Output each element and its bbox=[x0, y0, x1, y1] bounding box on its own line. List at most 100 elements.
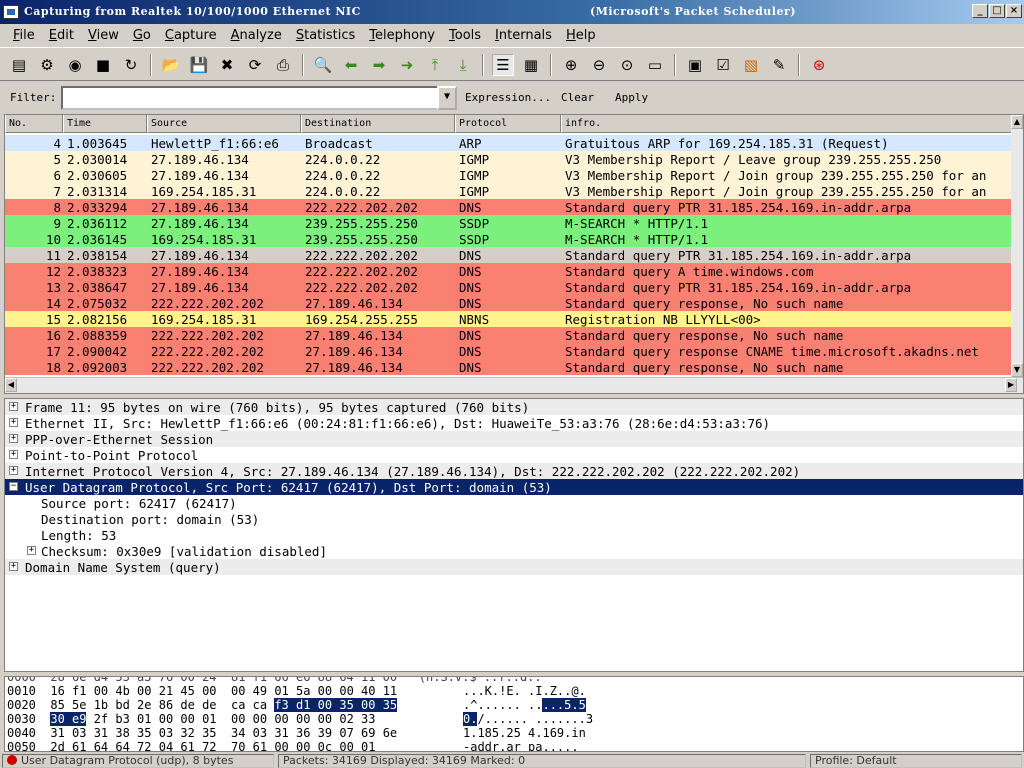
colorize-icon[interactable]: ☰ bbox=[492, 54, 514, 76]
column-header[interactable]: Destination bbox=[301, 115, 455, 133]
column-header[interactable]: Time bbox=[63, 115, 147, 133]
column-header[interactable]: Source bbox=[147, 115, 301, 133]
clear-button[interactable]: Clear bbox=[561, 91, 594, 104]
go-back-icon[interactable]: ⬅ bbox=[340, 54, 362, 76]
find-packet-icon[interactable]: 🔍 bbox=[312, 54, 334, 76]
open-file-icon[interactable]: 📂 bbox=[160, 54, 182, 76]
capture-filters-icon[interactable]: ▣ bbox=[684, 54, 706, 76]
close-file-icon[interactable]: ✖ bbox=[216, 54, 238, 76]
resize-columns-icon[interactable]: ▭ bbox=[644, 54, 666, 76]
menu-internals[interactable]: Internals bbox=[488, 28, 559, 43]
packet-row[interactable]: 14 2.075032 222.222.202.202 27.189.46.134 DN… bbox=[5, 295, 1015, 311]
column-header[interactable]: Protocol bbox=[455, 115, 561, 133]
go-to-packet-icon[interactable]: ➜ bbox=[396, 54, 418, 76]
packet-row[interactable]: 17 2.090042 222.222.202.202 27.189.46.134 DN… bbox=[5, 343, 1015, 359]
start-capture-icon[interactable]: ◉ bbox=[64, 54, 86, 76]
zoom-in-icon[interactable]: ⊕ bbox=[560, 54, 582, 76]
expand-icon[interactable]: + bbox=[9, 418, 18, 427]
detail-row[interactable]: + Checksum: 0x30e9 [validation disabled] bbox=[5, 543, 1023, 559]
packet-row[interactable]: 13 2.038647 27.189.46.134 222.222.202.202 DN… bbox=[5, 279, 1015, 295]
save-file-icon[interactable]: 💾 bbox=[188, 54, 210, 76]
detail-row[interactable]: + Frame 11: 95 bytes on wire (760 bits), … bbox=[5, 399, 1023, 415]
menu-statistics[interactable]: Statistics bbox=[289, 28, 362, 43]
column-header[interactable]: No. bbox=[5, 115, 63, 133]
detail-row[interactable]: + Domain Name System (query) bbox=[5, 559, 1023, 575]
expression-button[interactable]: Expression... bbox=[465, 91, 551, 104]
status-profile[interactable]: Profile: Default bbox=[810, 754, 1022, 768]
auto-scroll-icon[interactable]: ▦ bbox=[520, 54, 542, 76]
packet-list-vscroll[interactable]: ▲ ▼ bbox=[1011, 115, 1023, 377]
expand-icon[interactable]: + bbox=[9, 434, 18, 443]
menu-go[interactable]: Go bbox=[126, 28, 158, 43]
go-forward-icon[interactable]: ➡ bbox=[368, 54, 390, 76]
packet-row[interactable]: 16 2.088359 222.222.202.202 27.189.46.134 DN… bbox=[5, 327, 1015, 343]
hex-row[interactable]: 0030 30 e9 2f b3 01 00 00 01 00 00 00 00… bbox=[7, 712, 593, 726]
maximize-button[interactable]: □ bbox=[989, 4, 1005, 18]
scroll-right-icon[interactable]: ▶ bbox=[1005, 378, 1017, 392]
expand-icon[interactable]: + bbox=[9, 466, 18, 475]
packet-row[interactable]: 5 2.030014 27.189.46.134 224.0.0.22 IGMP V3 M… bbox=[5, 151, 1015, 167]
coloring-rules-icon[interactable]: ▧ bbox=[740, 54, 762, 76]
expand-icon[interactable]: + bbox=[9, 402, 18, 411]
hex-row[interactable]: 0020 85 5e 1b bd 2e 86 de de ca ca f3 d1… bbox=[7, 698, 586, 712]
menu-capture[interactable]: Capture bbox=[158, 28, 224, 43]
detail-row[interactable]: + Ethernet II, Src: HewlettP_f1:66:e6 (00… bbox=[5, 415, 1023, 431]
detail-row[interactable]: + Point-to-Point Protocol bbox=[5, 447, 1023, 463]
expand-icon[interactable]: + bbox=[9, 562, 18, 571]
zoom-out-icon[interactable]: ⊖ bbox=[588, 54, 610, 76]
preferences-icon[interactable]: ✎ bbox=[768, 54, 790, 76]
detail-row[interactable]: + PPP-over-Ethernet Session bbox=[5, 431, 1023, 447]
help-icon[interactable]: ⊛ bbox=[808, 54, 830, 76]
expand-icon[interactable]: + bbox=[27, 546, 36, 555]
scroll-left-icon[interactable]: ◀ bbox=[5, 378, 17, 392]
scroll-up-icon[interactable]: ▲ bbox=[1011, 115, 1023, 129]
filter-input[interactable] bbox=[61, 86, 439, 110]
collapse-icon[interactable]: − bbox=[9, 482, 18, 491]
display-filters-icon[interactable]: ☑ bbox=[712, 54, 734, 76]
detail-row[interactable]: Source port: 62417 (62417) bbox=[5, 495, 1023, 511]
apply-button[interactable]: Apply bbox=[615, 91, 648, 104]
packet-row[interactable]: 9 2.036112 27.189.46.134 239.255.255.250 SSD… bbox=[5, 215, 1015, 231]
packet-row[interactable]: 10 2.036145 169.254.185.31 239.255.255.250 S… bbox=[5, 231, 1015, 247]
expand-icon[interactable]: + bbox=[9, 450, 18, 459]
packet-row[interactable]: 4 1.003645 HewlettP_f1:66:e6 Broadcast ARP Gr… bbox=[5, 135, 1015, 151]
last-packet-icon[interactable]: ⤓ bbox=[452, 54, 474, 76]
packet-row[interactable]: 11 2.038154 27.189.46.134 222.222.202.202 DN… bbox=[5, 247, 1015, 263]
menu-tools[interactable]: Tools bbox=[442, 28, 488, 43]
first-packet-icon[interactable]: ⤒ bbox=[424, 54, 446, 76]
close-button[interactable]: × bbox=[1006, 4, 1022, 18]
column-header[interactable]: infro. bbox=[561, 115, 1015, 133]
packet-list-hscroll[interactable]: ◀ ▶ bbox=[5, 377, 1023, 393]
detail-row[interactable]: − User Datagram Protocol, Src Port: 62417… bbox=[5, 479, 1023, 495]
normal-size-icon[interactable]: ⊙ bbox=[616, 54, 638, 76]
scroll-down-icon[interactable]: ▼ bbox=[1011, 363, 1023, 377]
menu-edit[interactable]: Edit bbox=[42, 28, 81, 43]
hex-row[interactable]: 0040 31 03 31 38 35 03 32 35 34 03 31 36… bbox=[7, 726, 586, 740]
packet-row[interactable]: 15 2.082156 169.254.185.31 169.254.255.255 N… bbox=[5, 311, 1015, 327]
restart-capture-icon[interactable]: ↻ bbox=[120, 54, 142, 76]
interfaces-icon[interactable]: ▤ bbox=[8, 54, 30, 76]
packet-row[interactable]: 7 2.031314 169.254.185.31 224.0.0.22 IGMP V3 … bbox=[5, 183, 1015, 199]
reload-icon[interactable]: ⟳ bbox=[244, 54, 266, 76]
menu-file[interactable]: File bbox=[6, 28, 42, 43]
minimize-button[interactable]: _ bbox=[972, 4, 988, 18]
filter-dropdown-icon[interactable]: ▼ bbox=[437, 86, 457, 110]
menu-help[interactable]: Help bbox=[559, 28, 603, 43]
packet-row[interactable]: 12 2.038323 27.189.46.134 222.222.202.202 DN… bbox=[5, 263, 1015, 279]
options-icon[interactable]: ⚙ bbox=[36, 54, 58, 76]
detail-text: Point-to-Point Protocol bbox=[25, 448, 199, 463]
hex-row[interactable]: 0010 16 f1 00 4b 00 21 45 00 00 49 01 5a… bbox=[7, 684, 586, 698]
packet-row[interactable]: 6 2.030605 27.189.46.134 224.0.0.22 IGMP V3 M… bbox=[5, 167, 1015, 183]
menu-view[interactable]: View bbox=[81, 28, 126, 43]
hex-row[interactable]: 0050 2d 61 64 64 72 04 61 72 70 61 00 00… bbox=[7, 740, 579, 751]
menu-analyze[interactable]: Analyze bbox=[224, 28, 289, 43]
detail-row[interactable]: + Internet Protocol Version 4, Src: 27.18… bbox=[5, 463, 1023, 479]
detail-row[interactable]: Destination port: domain (53) bbox=[5, 511, 1023, 527]
detail-row[interactable]: Length: 53 bbox=[5, 527, 1023, 543]
packet-row[interactable]: 8 2.033294 27.189.46.134 222.222.202.202 DNS… bbox=[5, 199, 1015, 215]
expert-info-icon[interactable] bbox=[7, 755, 17, 765]
packet-row[interactable]: 18 2.092003 222.222.202.202 27.189.46.134 DN… bbox=[5, 359, 1015, 375]
print-icon[interactable]: ⎙ bbox=[272, 54, 294, 76]
menu-telephony[interactable]: Telephony bbox=[362, 28, 442, 43]
stop-capture-icon[interactable]: ■ bbox=[92, 54, 114, 76]
